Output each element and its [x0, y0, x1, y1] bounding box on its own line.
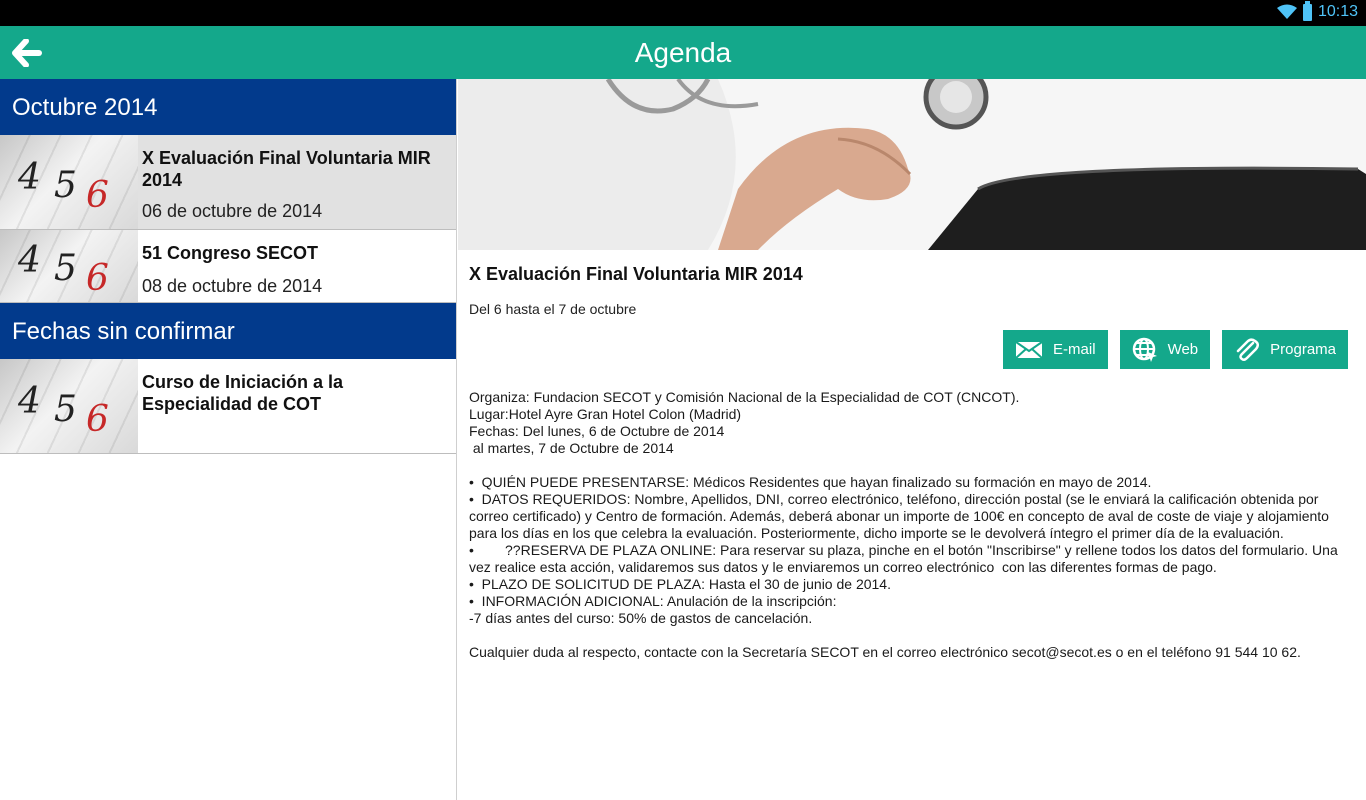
event-title: Curso de Iniciación a la Especialidad de… — [142, 372, 344, 414]
event-title: 51 Congreso SECOT — [142, 243, 319, 263]
section-header-sin-confirmar: Fechas sin confirmar — [0, 303, 456, 359]
calendar-thumbnail: 4 5 6 — [0, 230, 138, 302]
section-header-octubre: Octubre 2014 — [0, 79, 456, 135]
event-date: 08 de octubre de 2014 — [142, 276, 323, 296]
description-line: • INFORMACIÓN ADICIONAL: Anulación de la… — [469, 593, 837, 609]
event-title: X Evaluación Final Voluntaria MIR 2014 — [142, 148, 431, 190]
detail-dates: Del 6 hasta el 7 de octubre — [469, 301, 637, 317]
app-bar: Agenda — [0, 26, 1366, 79]
globe-icon — [1132, 337, 1157, 362]
status-time: 10:13 — [1317, 3, 1358, 20]
web-button-label: Web — [1167, 341, 1199, 358]
page-title: Agenda — [634, 37, 732, 68]
event-date — [142, 415, 456, 427]
battery-icon — [1302, 0, 1312, 21]
description-line: Organiza: Fundacion SECOT y Comisión Nac… — [469, 389, 1020, 405]
event-item-evaluacion-mir[interactable]: 4 5 6 X Evaluación Final Voluntaria MIR … — [0, 135, 456, 230]
event-description: Organiza: Fundacion SECOT y Comisión Nac… — [469, 389, 1354, 661]
calendar-thumbnail: 4 5 6 — [0, 359, 138, 453]
agenda-list: Octubre 2014 4 5 6 X Evaluación Final Vo… — [0, 79, 457, 800]
event-item-curso-iniciacion[interactable]: 4 5 6 Curso de Iniciación a la Especiali… — [0, 359, 456, 454]
paperclip-icon — [1236, 337, 1260, 361]
description-line: Lugar:Hotel Ayre Gran Hotel Colon (Madri… — [469, 406, 742, 422]
wifi-icon — [1276, 4, 1297, 19]
programa-button-label: Programa — [1270, 341, 1336, 358]
description-line: • ??RESERVA DE PLAZA ONLINE: Para reserv… — [469, 542, 1365, 575]
description-line: • QUIÉN PUEDE PRESENTARSE: Médicos Resid… — [469, 474, 1152, 490]
description-line: -7 días antes del curso: 50% de gastos d… — [469, 610, 813, 626]
description-line: al martes, 7 de Octubre de 2014 — [469, 440, 674, 456]
email-button-label: E-mail — [1053, 341, 1096, 358]
description-line: Fechas: Del lunes, 6 de Octubre de 2014 — [469, 423, 725, 439]
event-item-congreso-secot[interactable]: 4 5 6 51 Congreso SECOT 08 de octubre de… — [0, 230, 456, 303]
description-line: • DATOS REQUERIDOS: Nombre, Apellidos, D… — [469, 491, 1333, 541]
contact-line: Cualquier duda al respecto, contacte con… — [469, 644, 1301, 660]
action-buttons: E-mail Web Programa — [1003, 330, 1348, 369]
event-detail: X Evaluación Final Voluntaria MIR 2014 D… — [458, 79, 1366, 800]
status-icons: 10:13 — [1276, 0, 1358, 21]
email-button[interactable]: E-mail — [1003, 330, 1108, 369]
description-line: • PLAZO DE SOLICITUD DE PLAZA: Hasta el … — [469, 576, 891, 592]
calendar-thumbnail: 4 5 6 — [0, 135, 138, 229]
hero-image — [458, 79, 1366, 250]
status-bar: 10:13 — [0, 0, 1366, 26]
web-button[interactable]: Web — [1119, 330, 1211, 369]
event-date: 06 de octubre de 2014 — [142, 201, 323, 221]
doctor-tablet-illustration — [458, 79, 1366, 250]
detail-title: X Evaluación Final Voluntaria MIR 2014 — [469, 264, 803, 284]
programa-button[interactable]: Programa — [1222, 330, 1348, 369]
envelope-icon — [1015, 340, 1043, 359]
